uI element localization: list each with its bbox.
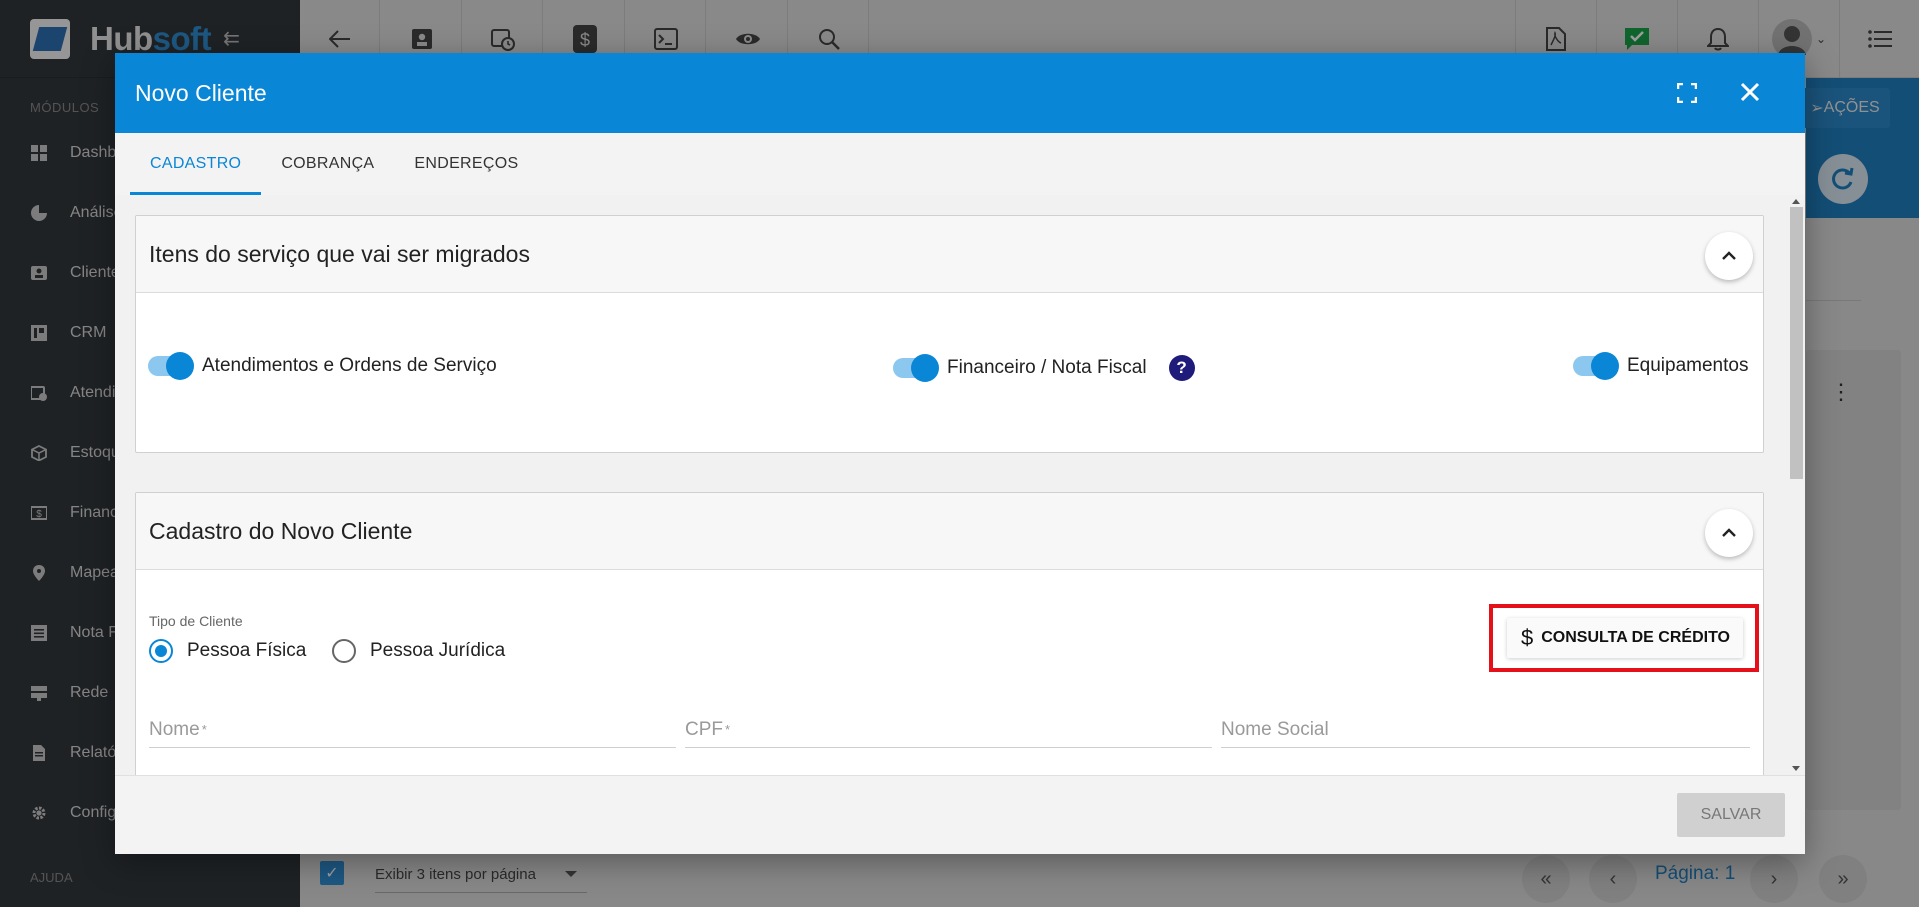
radio-button[interactable] [149,639,173,663]
fullscreen-button[interactable] [1674,80,1700,106]
modal-footer: SALVAR [115,775,1805,854]
dollar-icon: $ [1521,625,1534,650]
modal-tabs: CADASTRO COBRANÇA ENDEREÇOS [115,133,1805,195]
radio-pessoa-juridica[interactable]: Pessoa Jurídica [332,639,505,663]
modal-scrollbar[interactable] [1787,195,1805,775]
migration-panel-header: Itens do serviço que vai ser migrados [136,216,1763,293]
new-client-panel-header: Cadastro do Novo Cliente [136,493,1763,570]
scroll-thumb[interactable] [1790,207,1803,479]
tab-enderecos[interactable]: ENDEREÇOS [394,133,538,195]
client-type-label: Tipo de Cliente [149,613,243,629]
collapse-client-button[interactable] [1705,509,1753,557]
new-client-modal: Novo Cliente CADASTRO COBRANÇA ENDEREÇOS… [115,53,1805,854]
credit-check-button[interactable]: $ CONSULTA DE CRÉDITO [1507,618,1743,658]
name-field[interactable]: Nome * [149,712,676,748]
collapse-migration-button[interactable] [1705,232,1753,280]
scroll-up-icon[interactable] [1792,195,1800,204]
toggle-switch[interactable] [1573,352,1619,380]
close-icon [1740,82,1760,102]
panel-title: Itens do serviço que vai ser migrados [149,240,530,267]
toggle-financeiro[interactable]: Financeiro / Nota Fiscal ? [893,354,1195,382]
fullscreen-icon [1677,83,1697,103]
highlight-box: $ CONSULTA DE CRÉDITO [1489,604,1759,672]
toggle-equipamentos[interactable]: Equipamentos [1573,352,1749,380]
scroll-down-icon[interactable] [1792,766,1800,775]
toggle-switch[interactable] [148,352,194,380]
field-label: CPF [685,718,723,740]
save-button[interactable]: SALVAR [1677,793,1785,837]
radio-label: Pessoa Jurídica [370,640,506,661]
modal-title: Novo Cliente [135,79,267,106]
toggle-switch[interactable] [893,354,939,382]
modal-body[interactable]: Itens do serviço que vai ser migrados At… [115,195,1805,775]
chevron-up-icon [1722,251,1736,260]
cpf-field[interactable]: CPF * [685,712,1212,748]
tab-cadastro[interactable]: CADASTRO [130,133,262,195]
required-marker: * [201,722,207,737]
migration-panel: Itens do serviço que vai ser migrados At… [135,215,1764,453]
radio-button[interactable] [332,639,356,663]
toggle-label: Equipamentos [1627,355,1749,376]
panel-title: Cadastro do Novo Cliente [149,517,413,544]
field-label: Nome [149,718,200,740]
social-name-field[interactable]: Nome Social [1221,712,1750,748]
radio-label: Pessoa Física [187,640,307,661]
close-button[interactable] [1735,77,1765,107]
toggle-atendimentos[interactable]: Atendimentos e Ordens de Serviço [148,352,497,380]
radio-pessoa-fisica[interactable]: Pessoa Física [149,639,306,663]
required-marker: * [725,722,731,737]
credit-check-label: CONSULTA DE CRÉDITO [1541,629,1730,646]
chevron-up-icon [1722,528,1736,537]
field-label: Nome Social [1221,718,1329,740]
help-icon[interactable]: ? [1168,355,1195,381]
tab-cobranca[interactable]: COBRANÇA [261,133,394,195]
modal-header: Novo Cliente [115,53,1805,133]
toggle-label: Financeiro / Nota Fiscal [947,357,1147,378]
toggle-label: Atendimentos e Ordens de Serviço [202,355,497,376]
new-client-panel: Cadastro do Novo Cliente Tipo de Cliente… [135,492,1764,775]
